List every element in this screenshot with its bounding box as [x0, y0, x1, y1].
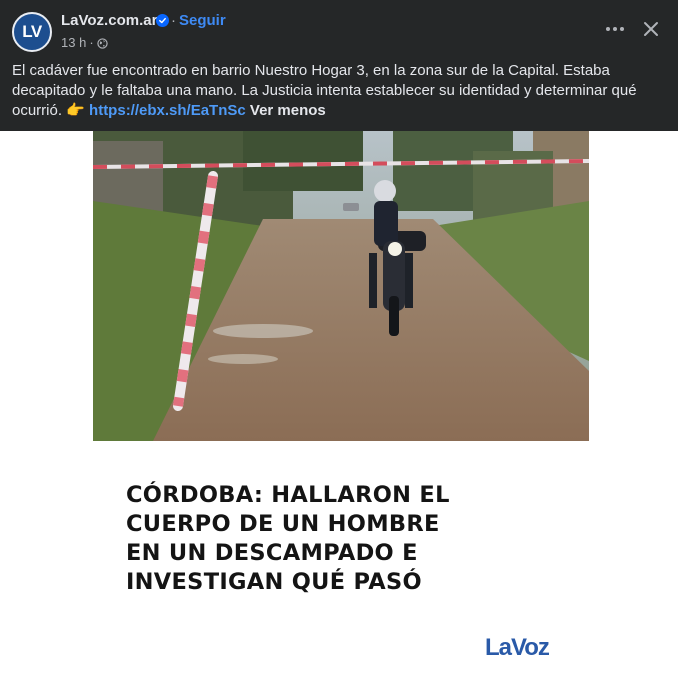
globe-icon — [96, 37, 108, 49]
see-less-button[interactable]: Ver menos — [250, 102, 326, 119]
more-options-button[interactable] — [600, 14, 630, 44]
news-photo — [93, 131, 589, 441]
more-options-icon — [606, 27, 624, 31]
close-button[interactable] — [636, 14, 666, 44]
follow-button[interactable]: Seguir — [179, 12, 226, 29]
headline-line: INVESTIGAN QUÉ PASÓ — [126, 569, 422, 595]
headline-line: CUERPO DE UN HOMBRE — [126, 511, 440, 537]
post-header: LV LaVoz.com.ar · Seguir 13 h · — [0, 0, 678, 58]
post-message: El cadáver fue encontrado en barrio Nues… — [12, 61, 662, 121]
verified-badge-icon — [156, 14, 169, 27]
meta-separator: · — [89, 35, 94, 50]
headline-line: CÓRDOBA: HALLARON EL — [126, 482, 450, 508]
post-link[interactable]: https://ebx.sh/EaTnSc — [89, 102, 246, 119]
card-headline: CÓRDOBA: HALLARON EL CUERPO DE UN HOMBRE… — [126, 481, 546, 597]
link-preview-card[interactable]: CÓRDOBA: HALLARON EL CUERPO DE UN HOMBRE… — [0, 131, 678, 676]
avatar-initials: LV — [22, 22, 42, 41]
post-time[interactable]: 13 h — [61, 35, 86, 50]
page-name-link[interactable]: LaVoz.com.ar — [61, 12, 157, 29]
page-avatar[interactable]: LV — [12, 12, 52, 52]
headline-line: EN UN DESCAMPADO E — [126, 540, 418, 566]
header-separator: · — [171, 12, 176, 29]
post-meta: 13 h · — [61, 35, 108, 50]
brand-logo: LaVoz — [485, 634, 550, 661]
close-icon — [644, 22, 658, 36]
